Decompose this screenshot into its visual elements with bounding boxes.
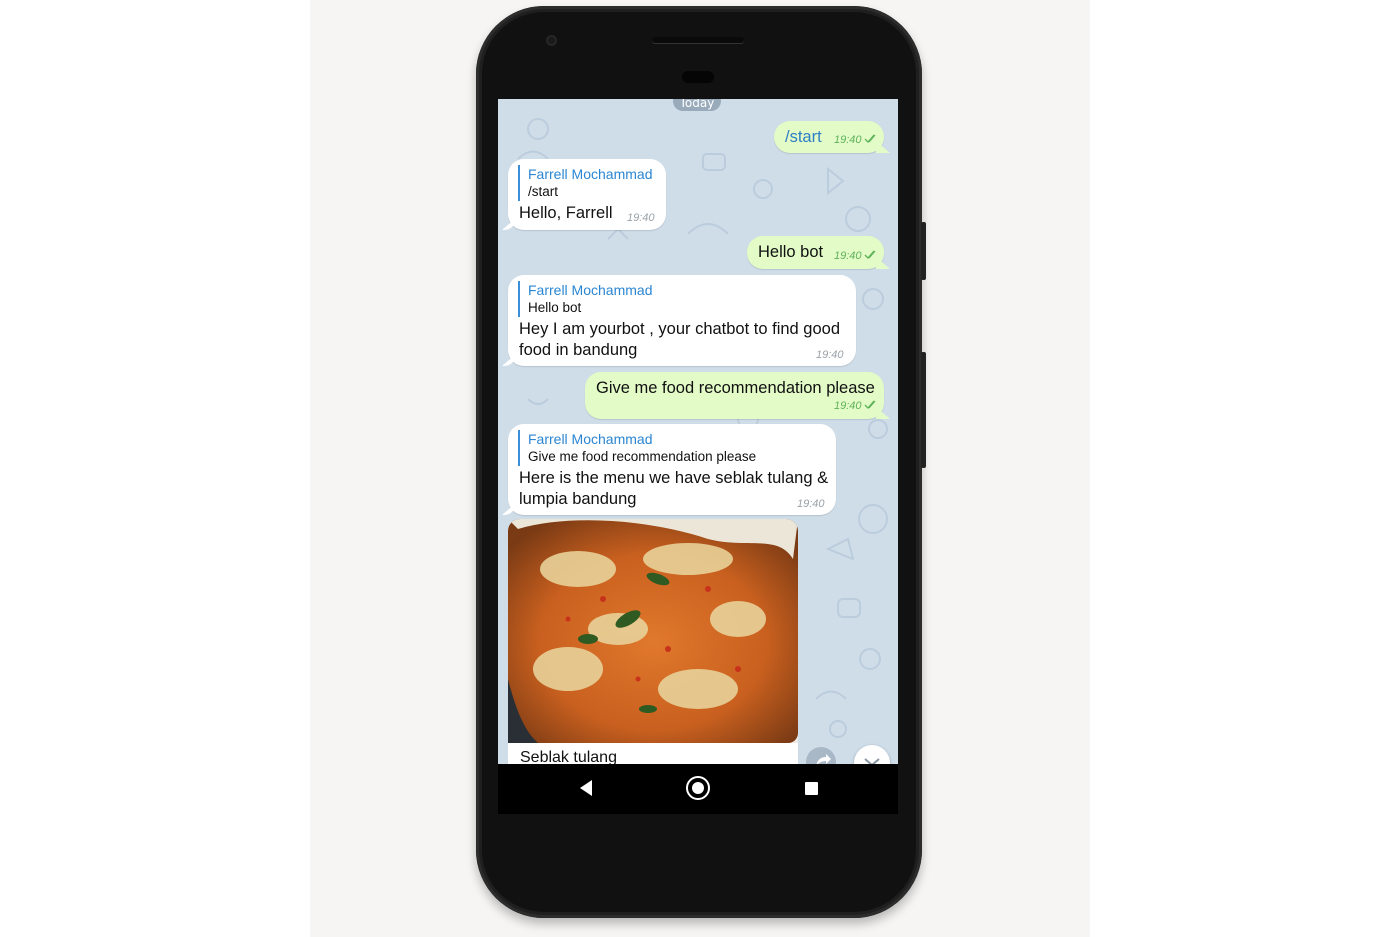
- proximity-sensor: [682, 71, 714, 83]
- reply-text: /start: [528, 184, 559, 199]
- volume-button: [921, 222, 926, 280]
- reply-text: Hello bot: [528, 300, 582, 315]
- double-check-icon: [864, 134, 876, 143]
- message-text-line-1: Here is the menu we have seblak tulang &: [519, 469, 829, 487]
- message-text: Give me food recommendation please: [596, 379, 875, 397]
- share-icon: [816, 754, 831, 764]
- photo-caption: Seblak tulang: [520, 749, 617, 764]
- front-camera: [546, 35, 557, 46]
- message-text-line-2: food in bandung: [519, 341, 638, 359]
- reply-quote[interactable]: Farrell Mochammad /start: [518, 165, 652, 201]
- photo-message[interactable]: Seblak tulang: [508, 519, 798, 764]
- home-circle-icon[interactable]: [686, 776, 710, 800]
- message-time: 19:40: [834, 134, 878, 146]
- outgoing-message[interactable]: Give me food recommendation please 19:40: [585, 372, 884, 419]
- message-time: 19:40: [797, 498, 825, 510]
- share-button[interactable]: [806, 747, 836, 764]
- date-separator: Today: [673, 99, 721, 111]
- earpiece-speaker: [652, 37, 744, 43]
- back-triangle-icon[interactable]: [578, 779, 594, 797]
- reply-quote[interactable]: Farrell Mochammad Give me food recommend…: [518, 430, 756, 466]
- recent-square-icon[interactable]: [805, 782, 818, 795]
- message-text: Hello bot: [758, 243, 824, 261]
- food-photo[interactable]: [508, 519, 798, 743]
- scroll-down-button[interactable]: [854, 745, 890, 764]
- outgoing-message[interactable]: /start 19:40: [774, 121, 884, 153]
- chevron-down-icon: [864, 758, 880, 764]
- message-time: 19:40: [834, 250, 878, 262]
- message-time: 19:40: [834, 400, 878, 412]
- incoming-message[interactable]: Farrell Mochammad Give me food recommend…: [508, 424, 836, 515]
- incoming-message[interactable]: Farrell Mochammad Hello bot Hey I am you…: [508, 275, 856, 366]
- power-button: [921, 352, 926, 468]
- double-check-icon: [864, 400, 876, 409]
- incoming-message[interactable]: Farrell Mochammad /start Hello, Farrell …: [508, 159, 666, 230]
- outgoing-message[interactable]: Hello bot 19:40: [747, 236, 884, 269]
- message-time: 19:40: [627, 212, 655, 224]
- reply-text: Give me food recommendation please: [528, 449, 757, 464]
- double-check-icon: [864, 250, 876, 259]
- message-time: 19:40: [816, 349, 844, 361]
- message-text-line-2: lumpia bandung: [519, 490, 637, 508]
- message-text: Hello, Farrell: [519, 204, 613, 222]
- chat-screen[interactable]: Today /start 19:40 Farrell Mochammad /st…: [498, 99, 898, 764]
- message-text[interactable]: /start: [785, 127, 822, 148]
- reply-sender: Farrell Mochammad: [528, 431, 653, 447]
- reply-sender: Farrell Mochammad: [528, 166, 653, 182]
- message-text-line-1: Hey I am yourbot , your chatbot to find …: [519, 320, 841, 338]
- reply-quote[interactable]: Farrell Mochammad Hello bot: [518, 281, 652, 317]
- reply-sender: Farrell Mochammad: [528, 282, 653, 298]
